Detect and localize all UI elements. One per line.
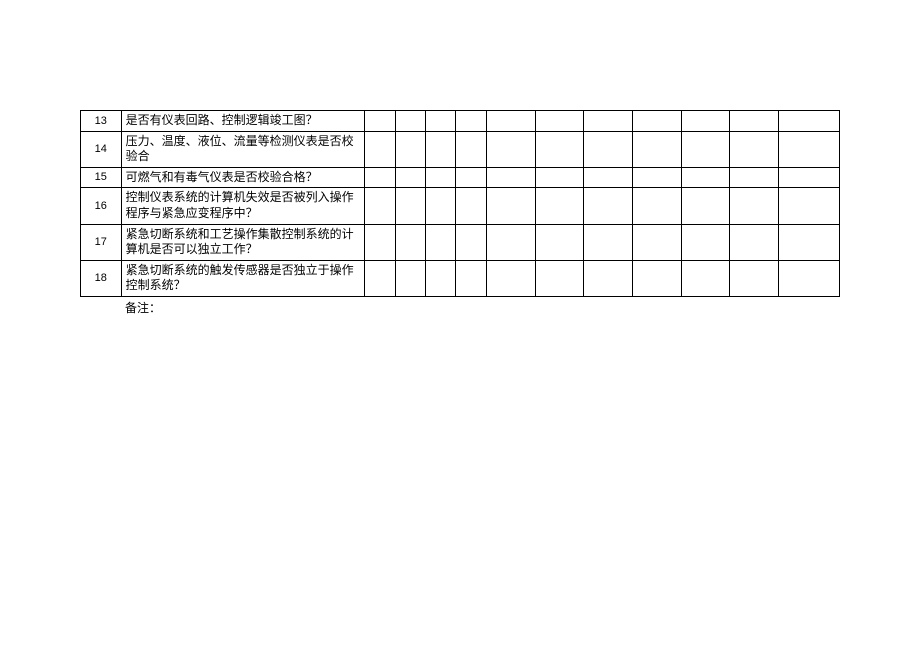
row-question: 可燃气和有毒气仪表是否校验合格？ xyxy=(121,167,365,188)
check-cell xyxy=(632,260,681,296)
check-cell xyxy=(681,188,730,224)
check-cell xyxy=(486,131,535,167)
check-cell xyxy=(730,224,779,260)
check-cell xyxy=(365,167,395,188)
check-cell xyxy=(425,131,455,167)
check-cell xyxy=(365,260,395,296)
check-cell xyxy=(584,131,633,167)
check-cell xyxy=(730,131,779,167)
check-cell xyxy=(425,188,455,224)
check-cell xyxy=(456,224,486,260)
check-cell xyxy=(730,111,779,132)
check-cell xyxy=(681,167,730,188)
check-cell xyxy=(535,188,584,224)
row-question: 是否有仪表回路、控制逻辑竣工图？ xyxy=(121,111,365,132)
check-cell xyxy=(486,260,535,296)
check-cell xyxy=(681,131,730,167)
remark-cell xyxy=(779,111,840,132)
check-cell xyxy=(395,167,425,188)
check-cell xyxy=(365,131,395,167)
check-cell xyxy=(365,188,395,224)
check-cell xyxy=(730,188,779,224)
row-question: 紧急切断系统的触发传感器是否独立于操作控制系统？ xyxy=(121,260,365,296)
checklist-table: 13 是否有仪表回路、控制逻辑竣工图？ 14 压力、温度、液位、流量等检测仪表是… xyxy=(80,110,840,297)
check-cell xyxy=(535,224,584,260)
check-cell xyxy=(632,131,681,167)
check-cell xyxy=(584,260,633,296)
check-cell xyxy=(681,224,730,260)
check-cell xyxy=(425,111,455,132)
check-cell xyxy=(730,260,779,296)
row-number: 16 xyxy=(81,188,122,224)
check-cell xyxy=(535,131,584,167)
check-cell xyxy=(395,188,425,224)
check-cell xyxy=(425,167,455,188)
check-cell xyxy=(681,111,730,132)
check-cell xyxy=(584,111,633,132)
remark-cell xyxy=(779,224,840,260)
check-cell xyxy=(395,131,425,167)
check-cell xyxy=(535,260,584,296)
table-row: 16 控制仪表系统的计算机失效是否被列入操作程序与紧急应变程序中？ xyxy=(81,188,840,224)
row-number: 17 xyxy=(81,224,122,260)
row-number: 18 xyxy=(81,260,122,296)
row-question: 控制仪表系统的计算机失效是否被列入操作程序与紧急应变程序中？ xyxy=(121,188,365,224)
check-cell xyxy=(632,224,681,260)
check-cell xyxy=(486,224,535,260)
check-cell xyxy=(425,260,455,296)
check-cell xyxy=(456,260,486,296)
check-cell xyxy=(456,188,486,224)
table-row: 18 紧急切断系统的触发传感器是否独立于操作控制系统？ xyxy=(81,260,840,296)
check-cell xyxy=(486,188,535,224)
check-cell xyxy=(535,111,584,132)
check-cell xyxy=(632,111,681,132)
row-question: 压力、温度、液位、流量等检测仪表是否校验合 xyxy=(121,131,365,167)
check-cell xyxy=(456,131,486,167)
check-cell xyxy=(395,224,425,260)
row-question: 紧急切断系统和工艺操作集散控制系统的计算机是否可以独立工作？ xyxy=(121,224,365,260)
check-cell xyxy=(584,167,633,188)
row-number: 13 xyxy=(81,111,122,132)
footnote-label: 备注： xyxy=(80,299,840,316)
check-cell xyxy=(486,111,535,132)
remark-cell xyxy=(779,188,840,224)
check-cell xyxy=(632,167,681,188)
row-number: 14 xyxy=(81,131,122,167)
remark-cell xyxy=(779,167,840,188)
table-row: 15 可燃气和有毒气仪表是否校验合格？ xyxy=(81,167,840,188)
check-cell xyxy=(584,188,633,224)
check-cell xyxy=(365,224,395,260)
check-cell xyxy=(730,167,779,188)
check-cell xyxy=(365,111,395,132)
document-page: 13 是否有仪表回路、控制逻辑竣工图？ 14 压力、温度、液位、流量等检测仪表是… xyxy=(0,0,920,316)
check-cell xyxy=(425,224,455,260)
check-cell xyxy=(681,260,730,296)
check-cell xyxy=(584,224,633,260)
check-cell xyxy=(486,167,535,188)
remark-cell xyxy=(779,260,840,296)
check-cell xyxy=(395,260,425,296)
check-cell xyxy=(632,188,681,224)
table-row: 14 压力、温度、液位、流量等检测仪表是否校验合 xyxy=(81,131,840,167)
row-number: 15 xyxy=(81,167,122,188)
table-row: 17 紧急切断系统和工艺操作集散控制系统的计算机是否可以独立工作？ xyxy=(81,224,840,260)
check-cell xyxy=(395,111,425,132)
remark-cell xyxy=(779,131,840,167)
table-row: 13 是否有仪表回路、控制逻辑竣工图？ xyxy=(81,111,840,132)
check-cell xyxy=(456,111,486,132)
check-cell xyxy=(456,167,486,188)
check-cell xyxy=(535,167,584,188)
